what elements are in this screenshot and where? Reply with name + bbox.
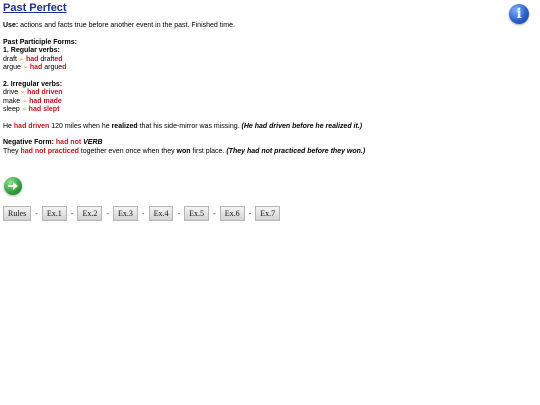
- verb-base: make: [3, 97, 21, 105]
- pp-stem: draft: [40, 55, 55, 63]
- past-participle: slept: [43, 106, 60, 113]
- arrow-icon: ➢: [21, 107, 27, 113]
- use-text: actions and facts true before another ev…: [18, 22, 235, 29]
- next-button[interactable]: [4, 177, 22, 195]
- negative-had-not: had not: [55, 139, 82, 146]
- tab-separator: -: [213, 209, 216, 218]
- past-participle: made: [43, 97, 62, 105]
- forms-heading: Past Participle Forms:: [3, 38, 77, 46]
- tab-separator: -: [177, 209, 181, 218]
- irregular-verb-make: make ➢ had made: [3, 98, 365, 107]
- tab-rules[interactable]: Rules: [3, 206, 32, 221]
- example-note: (He had driven before he realized it.): [241, 122, 363, 130]
- example-had-driven: had driven: [13, 122, 50, 130]
- arrow-icon: ➢: [22, 65, 28, 71]
- verb-base: sleep: [3, 106, 20, 113]
- tab-separator: -: [248, 209, 252, 218]
- regular-heading: 1. Regular verbs:: [3, 47, 60, 54]
- example-he: He: [3, 122, 14, 130]
- negative-sentence: They had not practiced together even onc…: [3, 148, 365, 157]
- verb-base: drive: [3, 89, 19, 96]
- tab-ex-6[interactable]: Ex.6: [219, 206, 245, 221]
- pp-suffix: d: [62, 64, 67, 71]
- negative-verb: VERB: [83, 139, 103, 146]
- pp-stem: argue: [44, 64, 63, 71]
- negative-had-not-practiced: had not practiced: [20, 147, 79, 155]
- lesson-content: Use: actions and facts true before anoth…: [3, 22, 365, 156]
- tab-ex-3[interactable]: Ex.3: [113, 206, 138, 221]
- tab-ex-2[interactable]: Ex.2: [77, 206, 103, 221]
- had-label: had: [25, 55, 39, 63]
- example-realized: realized: [111, 122, 138, 130]
- negative-tail: first place.: [190, 147, 227, 155]
- tab-ex-7[interactable]: Ex.7: [255, 206, 281, 221]
- regular-verb-draft: draft ➢ had drafted: [3, 56, 365, 65]
- pp-suffix: ed: [54, 55, 63, 63]
- example-mid: 120 miles when he: [49, 122, 112, 130]
- exercise-tab-bar: Rules - Ex.1 - Ex.2 - Ex.3 - Ex.4 - Ex.5…: [3, 206, 281, 221]
- negative-won: won: [176, 147, 191, 155]
- info-icon[interactable]: i: [509, 4, 529, 24]
- page-title[interactable]: Past Perfect: [3, 2, 67, 14]
- verb-base: draft: [3, 55, 18, 63]
- use-line: Use: actions and facts true before anoth…: [3, 22, 365, 31]
- tab-separator: -: [106, 209, 110, 218]
- tab-ex-1[interactable]: Ex.1: [41, 206, 67, 221]
- negative-note: (They had not practiced before they won.…: [226, 147, 366, 155]
- arrow-right-icon: [8, 182, 18, 190]
- negative-mid: together even once when they: [78, 147, 177, 155]
- had-label: had: [28, 106, 42, 113]
- tab-separator: -: [70, 209, 74, 218]
- negative-form-line: Negative Form: had not VERB: [3, 139, 365, 148]
- arrow-icon: ➢: [22, 98, 28, 105]
- example-sentence: He had driven 120 miles when he realized…: [3, 123, 365, 132]
- tab-ex-5[interactable]: Ex.5: [184, 206, 210, 221]
- negative-they: They: [3, 147, 21, 155]
- regular-verb-argue: argue ➢ had argued: [3, 64, 365, 73]
- irregular-heading: 2. Irregular verbs:: [3, 80, 63, 88]
- had-label: had: [29, 97, 42, 105]
- irregular-verb-drive: drive ➢ had driven: [3, 89, 365, 98]
- irregular-verb-sleep: sleep ➢ had slept: [3, 106, 365, 115]
- use-label: Use:: [3, 22, 19, 29]
- tab-separator: -: [141, 209, 145, 218]
- arrow-icon: ➢: [20, 90, 26, 96]
- tab-ex-4[interactable]: Ex.4: [148, 206, 174, 221]
- example-tail: that his side-mirror was missing.: [137, 122, 242, 130]
- had-label: had: [27, 89, 40, 96]
- past-participle: driven: [41, 89, 63, 96]
- had-label: had: [29, 64, 43, 71]
- tab-separator: -: [35, 209, 38, 218]
- verb-base: argue: [3, 64, 21, 71]
- arrow-icon: ➢: [18, 56, 24, 63]
- negative-label: Negative Form:: [3, 139, 56, 146]
